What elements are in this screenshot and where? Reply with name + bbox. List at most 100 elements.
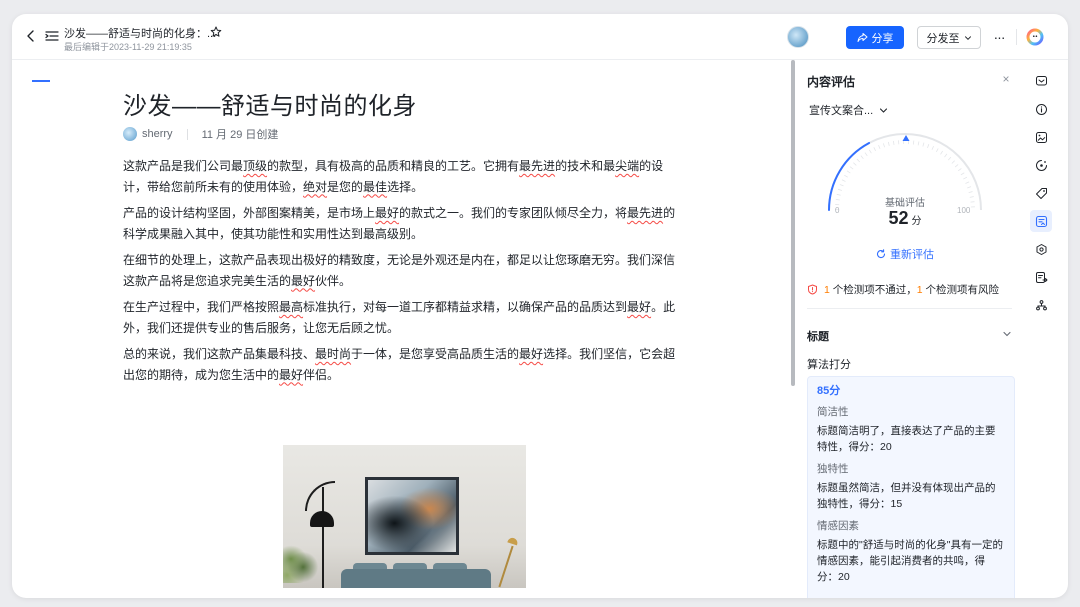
paragraph[interactable]: 在生产过程中，我们严格按照最高标准执行，对每一道工序都精益求精，以确保产品的品质… <box>123 297 685 338</box>
toc-toggle-button[interactable] <box>44 28 60 44</box>
rail-info[interactable] <box>1030 98 1052 120</box>
text-segment: 是您的 <box>327 179 364 194</box>
distribute-button[interactable]: 分发至 <box>917 26 981 49</box>
algorithm-score-label: 算法打分 <box>807 359 851 371</box>
criterion-desc: 标题简洁明了，直接表达了产品的主要特性，得分：20 <box>817 425 996 453</box>
outline-marker <box>32 80 50 82</box>
shield-alert-icon <box>808 284 817 295</box>
evaluation-type-value: 宣传文案合... <box>809 105 874 117</box>
flagged-word[interactable]: 最时尚 <box>315 347 351 361</box>
rail-export[interactable] <box>1030 266 1052 288</box>
paragraph[interactable]: 产品的设计结构坚固，外部图案精美，是市场上最好的款式之一。我们的专家团队倾尽全力… <box>123 203 685 244</box>
flagged-word[interactable]: 最好 <box>291 274 315 288</box>
text-segment: 的款式之一。我们的专家团队倾尽全力，将 <box>399 206 628 220</box>
reevaluate-label: 重新评估 <box>890 249 934 261</box>
document-title[interactable]: 沙发——舒适与时尚的化身 <box>123 86 417 121</box>
header-doc-title[interactable]: 沙发——舒适与时尚的化身：... <box>64 25 216 41</box>
text-segment: 的款型，具有极高的品质和精良的工艺。它拥有 <box>267 159 520 173</box>
rail-image[interactable] <box>1030 126 1052 148</box>
chevron-down-icon <box>1003 331 1011 337</box>
sofa <box>341 569 491 588</box>
flagged-word[interactable]: 最先进 <box>627 206 663 220</box>
image-icon <box>1035 131 1047 143</box>
flagged-word[interactable]: 最好 <box>627 300 651 314</box>
favorite-button[interactable] <box>209 25 223 39</box>
export-icon <box>1035 271 1047 283</box>
comment-icon <box>1035 75 1047 85</box>
evaluation-type-select[interactable]: 宣传文案合... <box>809 102 888 118</box>
side-lamp-head <box>507 536 519 546</box>
text-segment: 伙伴。 <box>315 273 352 288</box>
flagged-word[interactable]: 绝对 <box>303 180 327 194</box>
flagged-word[interactable]: 最好 <box>375 206 399 220</box>
more-options-button[interactable]: ··· <box>989 27 1009 47</box>
flagged-word[interactable]: 最好 <box>279 368 303 382</box>
chevron-left-icon <box>27 30 34 42</box>
rail-analytics[interactable] <box>1030 294 1052 316</box>
text-segment: 的技术和最 <box>555 159 616 173</box>
text-segment: 这款产品是我们公司最 <box>123 159 244 173</box>
flagged-word[interactable]: 顶级 <box>243 159 267 173</box>
author-avatar <box>123 127 137 141</box>
criterion-name: 情感因素 <box>817 520 859 532</box>
chevron-down-icon <box>964 35 971 40</box>
document-area: 沙发——舒适与时尚的化身 sherry 11 月 29 日创建 这款产品是我们公… <box>12 60 786 598</box>
tag-icon <box>1035 187 1047 199</box>
sofa-room-image[interactable] <box>283 445 526 588</box>
floor-lamp-shade <box>310 511 334 527</box>
paragraph[interactable]: 这款产品是我们公司最顶级的款型，具有极高的品质和精良的工艺。它拥有最先进的技术和… <box>123 156 685 197</box>
app-window: 沙发——舒适与时尚的化身：... 最后编辑于2023-11-29 21:19:3… <box>12 14 1068 598</box>
flagged-word[interactable]: 最先进 <box>519 159 555 173</box>
risk-text: 个检测项有风险 <box>922 284 1000 296</box>
share-label: 分享 <box>871 32 894 45</box>
outline-list-icon <box>45 31 59 41</box>
user-avatar[interactable] <box>787 26 809 48</box>
share-button[interactable]: 分享 <box>846 26 904 49</box>
share-icon <box>857 33 867 42</box>
floor-lamp-pole <box>322 487 324 588</box>
text-segment: 在细节的处理上，这款产品表现出极好的精致度，无论是外观还是内在，都足以让您琢磨无… <box>123 253 676 288</box>
score-card: 85分 简洁性 标题简洁明了，直接表达了产品的主要特性，得分：20 独特性 标题… <box>807 376 1015 598</box>
check-warning[interactable]: 1 个检测项不通过， 1 个检测项有风险 <box>807 282 999 297</box>
paragraph[interactable]: 在细节的处理上，这款产品表现出极好的精致度，无论是外观还是内在，都足以让您琢磨无… <box>123 250 685 291</box>
author-name: sherry <box>142 128 173 140</box>
reevaluate-button[interactable]: 重新评估 <box>797 246 1013 262</box>
flagged-word[interactable]: 尖端 <box>615 159 639 173</box>
text-segment: 标准执行，对每一道工序都精益求精，以确保产品的品质达到 <box>303 300 628 314</box>
document-meta: sherry 11 月 29 日创建 <box>123 126 278 142</box>
plugin-icon <box>1036 243 1046 255</box>
rail-comment[interactable] <box>1030 70 1052 92</box>
gauge-score-unit: 分 <box>911 216 922 227</box>
text-segment: 总的来说，我们这款产品集最科技、 <box>123 347 316 361</box>
flagged-word[interactable]: 最佳 <box>363 180 387 194</box>
flagged-word[interactable]: 最高 <box>279 300 303 314</box>
evaluate-icon <box>1035 215 1047 227</box>
last-edited-text: 最后编辑于2023-11-29 21:19:35 <box>64 42 192 52</box>
criterion-desc: 标题中的"舒适与时尚的化身"具有一定的情感因素，能引起消费者的共鸣，得分：20 <box>817 539 1003 583</box>
document-scrollbar[interactable] <box>791 60 795 386</box>
side-lamp-stem <box>498 545 514 588</box>
gauge-score-value: 52 <box>888 208 909 228</box>
section-title: 标题 <box>807 331 829 343</box>
close-panel-button[interactable]: × <box>1000 73 1012 85</box>
criterion-name: 简洁性 <box>817 406 849 418</box>
section-collapse-button[interactable] <box>1002 326 1014 338</box>
rail-palette[interactable] <box>1030 154 1052 176</box>
gauge-score: 52 分 <box>797 208 1013 229</box>
created-date: 11 月 29 日创建 <box>201 129 279 141</box>
header-divider <box>1016 29 1017 45</box>
info-icon <box>1035 103 1047 115</box>
rail-plugin[interactable] <box>1030 238 1052 260</box>
floor-lamp-arc <box>305 481 335 511</box>
rail-evaluate[interactable] <box>1030 210 1052 232</box>
criterion-name: 独特性 <box>817 463 849 475</box>
back-button[interactable] <box>23 28 39 44</box>
rail-tag[interactable] <box>1030 182 1052 204</box>
app-logo-icon[interactable] <box>1026 28 1044 46</box>
text-segment: 产品的设计结构坚固，外部图案精美，是市场上 <box>123 206 376 220</box>
flagged-word[interactable]: 最好 <box>519 347 543 361</box>
gauge-marker <box>902 135 910 141</box>
meta-divider <box>186 128 188 140</box>
document-body[interactable]: 这款产品是我们公司最顶级的款型，具有极高的品质和精良的工艺。它拥有最先进的技术和… <box>123 156 685 391</box>
paragraph[interactable]: 总的来说，我们这款产品集最科技、最时尚于一体，是您享受高品质生活的最好选择。我们… <box>123 344 685 385</box>
